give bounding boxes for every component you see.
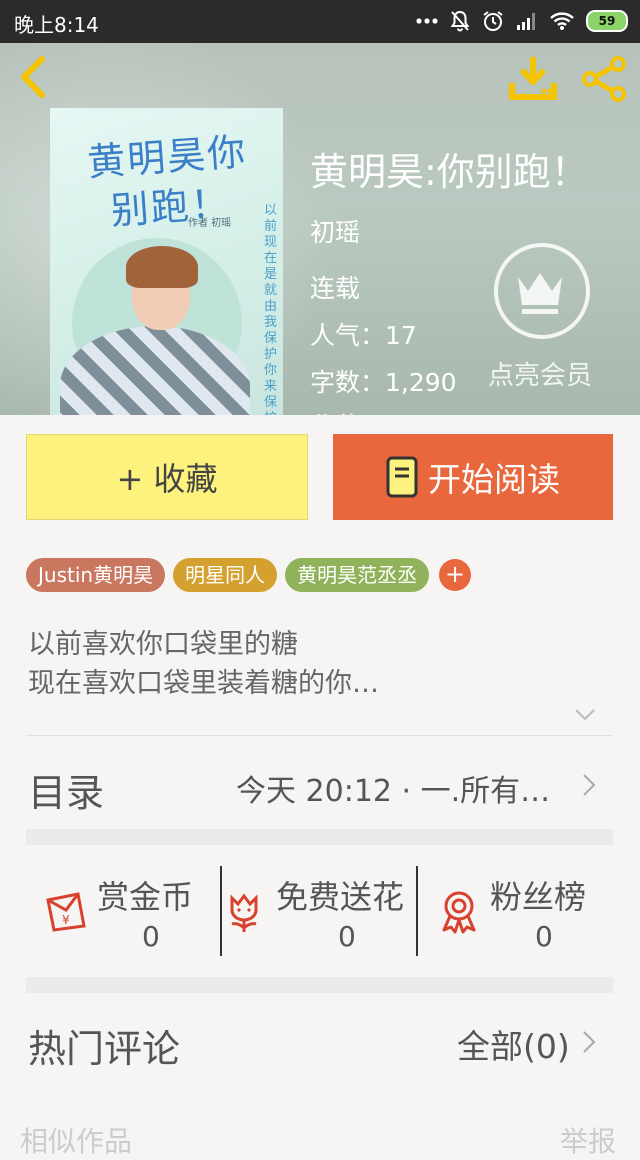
divider bbox=[26, 735, 613, 736]
battery-indicator: 59 bbox=[586, 10, 628, 32]
section-gap bbox=[26, 977, 613, 993]
start-reading-button[interactable]: 开始阅读 bbox=[333, 434, 613, 520]
collect-button[interactable]: + 收藏 bbox=[26, 434, 308, 520]
mute-bell-icon bbox=[450, 10, 470, 32]
stat-label: 免费送花 bbox=[276, 878, 405, 916]
chevron-right-icon bbox=[583, 1031, 596, 1053]
book-word-count: 字数：1,290 bbox=[310, 368, 457, 397]
all-comments-link[interactable]: 全部(0) bbox=[457, 1020, 570, 1068]
synopsis-line-2: 现在喜欢口袋里装着糖的你… bbox=[28, 668, 379, 699]
synopsis: 以前喜欢你口袋里的糖 现在喜欢口袋里装着糖的你… bbox=[28, 625, 379, 703]
book-title: 黄明昊:你别跑！ bbox=[310, 150, 589, 194]
toc-latest-chapter: 今天 20:12 · 一.所有… bbox=[236, 774, 551, 809]
report-link[interactable]: 举报 bbox=[560, 1120, 616, 1160]
toc-title: 目录 bbox=[28, 771, 105, 815]
status-bar: 晚上8:14 59 bbox=[0, 0, 640, 43]
red-envelope-icon: ¥ bbox=[46, 892, 86, 932]
start-reading-label: 开始阅读 bbox=[428, 460, 560, 499]
cover-figure-hair bbox=[126, 246, 198, 288]
fan-ranking[interactable]: 粉丝榜 0 bbox=[420, 868, 613, 958]
add-tag-button[interactable]: + bbox=[439, 559, 472, 591]
status-icons: 59 bbox=[416, 10, 628, 32]
book-header: 黄明昊你别跑！ 作者 初瑶 以前现在是就由我保护你来保护我 黄明昊:你别跑！ 初… bbox=[0, 43, 640, 415]
synopsis-line-1: 以前喜欢你口袋里的糖 bbox=[28, 629, 298, 660]
expand-chevron-icon[interactable] bbox=[574, 708, 596, 722]
free-flowers[interactable]: 免费送花 0 bbox=[224, 868, 416, 958]
stat-label: 粉丝榜 bbox=[490, 878, 587, 916]
similar-works-label[interactable]: 相似作品 bbox=[20, 1120, 132, 1160]
tag-list: Justin黄明昊 明星同人 黄明昊范丞丞 + bbox=[26, 558, 472, 592]
book-popularity: 人气：17 bbox=[310, 321, 417, 350]
stat-label: 赏金币 bbox=[97, 878, 194, 916]
book-status: 连载 bbox=[310, 274, 361, 303]
vip-label[interactable]: 点亮会员 bbox=[488, 355, 592, 392]
book-cover[interactable]: 黄明昊你别跑！ 作者 初瑶 以前现在是就由我保护你来保护我 bbox=[50, 108, 283, 415]
vip-crown-icon[interactable] bbox=[494, 243, 590, 339]
hot-comments-title: 热门评论 bbox=[28, 1027, 181, 1071]
reward-coins[interactable]: ¥ 赏金币 0 bbox=[40, 868, 220, 958]
svg-text:¥: ¥ bbox=[62, 913, 70, 927]
download-icon[interactable] bbox=[506, 53, 560, 103]
cover-author: 作者 初瑶 bbox=[188, 218, 232, 229]
chevron-right-icon bbox=[583, 774, 596, 796]
book-extra-line: 收藏 bbox=[310, 403, 360, 415]
stat-separator bbox=[416, 866, 418, 956]
book-author[interactable]: 初瑶 bbox=[310, 213, 360, 249]
back-icon[interactable] bbox=[12, 53, 56, 101]
tag-justin[interactable]: Justin黄明昊 bbox=[26, 558, 166, 592]
more-dots-icon bbox=[416, 18, 438, 24]
stat-value: 0 bbox=[338, 920, 356, 953]
medal-icon bbox=[442, 891, 476, 934]
section-gap bbox=[26, 829, 613, 845]
cover-poem: 以前现在是就由我保护你来保护我 bbox=[264, 203, 278, 415]
stat-value: 0 bbox=[142, 920, 160, 953]
stat-value: 0 bbox=[535, 920, 553, 953]
signal-icon bbox=[517, 13, 535, 30]
tag-ship[interactable]: 黄明昊范丞丞 bbox=[285, 558, 430, 592]
wifi-icon bbox=[550, 12, 574, 30]
flower-icon bbox=[230, 893, 258, 932]
status-time: 晚上8:14 bbox=[14, 13, 99, 37]
book-icon bbox=[386, 456, 418, 498]
alarm-icon bbox=[483, 11, 503, 31]
tag-celebrity-fanfic[interactable]: 明星同人 bbox=[173, 558, 278, 592]
share-icon[interactable] bbox=[578, 53, 630, 105]
stat-separator bbox=[220, 866, 222, 956]
